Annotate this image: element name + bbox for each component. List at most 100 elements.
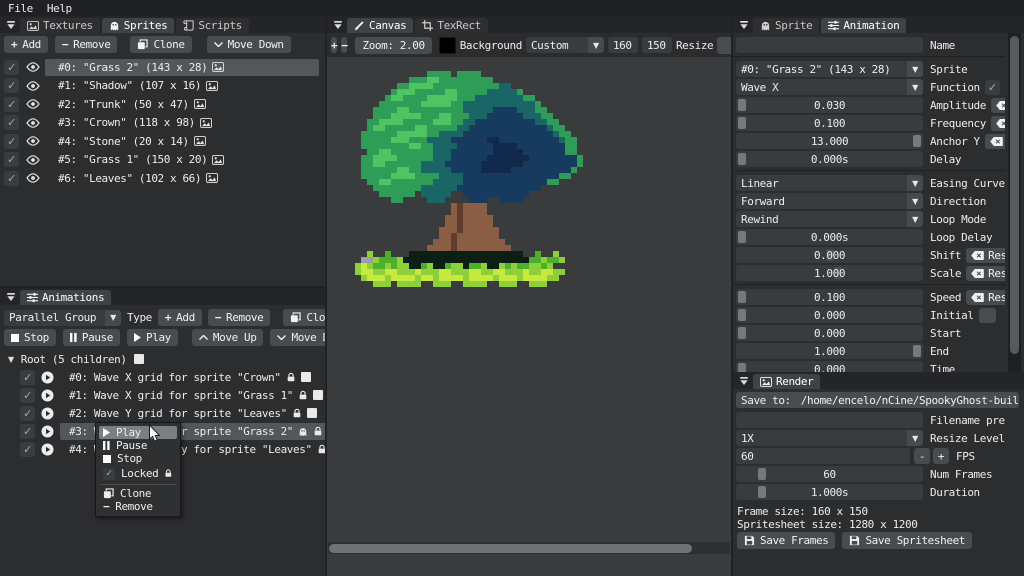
reset-speed-button[interactable]: Reset bbox=[966, 290, 1005, 305]
scale-drag[interactable]: 1.000 bbox=[736, 265, 923, 281]
save-frames-button[interactable]: Save Frames bbox=[737, 532, 835, 549]
function-combo[interactable]: Wave X▼ bbox=[736, 79, 923, 95]
eye-icon[interactable] bbox=[26, 155, 40, 165]
context-menu-pause[interactable]: Pause bbox=[99, 439, 177, 452]
animation-enabled-checkbox[interactable]: ✓ bbox=[20, 442, 35, 457]
collapse-icon[interactable] bbox=[737, 18, 751, 32]
reset-shift-button[interactable]: Reset bbox=[966, 248, 1005, 263]
loop-mode-combo[interactable]: Rewind▼ bbox=[736, 211, 923, 227]
menu-file[interactable]: File bbox=[8, 2, 33, 15]
scrollbar-thumb[interactable] bbox=[329, 544, 692, 553]
play-circle-icon[interactable] bbox=[41, 389, 54, 402]
zoom-in-button[interactable]: + bbox=[331, 37, 337, 53]
anchor-y-slider[interactable]: 13.000 bbox=[736, 133, 923, 149]
background-color-swatch[interactable] bbox=[439, 37, 456, 54]
tab-sprites[interactable]: Sprites bbox=[102, 18, 175, 33]
loop-delay-slider[interactable]: 0.000s bbox=[736, 229, 923, 245]
tree-root-row[interactable]: ▼ Root (5 children) bbox=[0, 350, 325, 368]
tab-scripts[interactable]: Scripts bbox=[176, 18, 249, 33]
collapse-icon[interactable] bbox=[737, 374, 751, 388]
sprite-list-row[interactable]: ✓ #5: "Grass 1" (150 x 20) bbox=[4, 151, 325, 169]
easing-curve-combo[interactable]: Linear▼ bbox=[736, 175, 923, 191]
background-type-combo[interactable]: Custom ▼ bbox=[526, 37, 604, 53]
play-circle-icon[interactable] bbox=[41, 407, 54, 420]
sprite-enabled-checkbox[interactable]: ✓ bbox=[4, 97, 19, 112]
menu-help[interactable]: Help bbox=[47, 2, 72, 15]
eye-icon[interactable] bbox=[26, 62, 40, 72]
tab-sprite[interactable]: Sprite bbox=[753, 18, 819, 33]
save-spritesheet-button[interactable]: Save Spritesheet bbox=[842, 532, 972, 549]
sprite-enabled-checkbox[interactable]: ✓ bbox=[4, 115, 19, 130]
tab-animation[interactable]: Animation bbox=[821, 18, 906, 33]
time-slider[interactable]: 0.000 bbox=[736, 361, 923, 372]
sprite-list-row[interactable]: ✓ #3: "Crown" (118 x 98) bbox=[4, 114, 325, 132]
animation-checkbox[interactable] bbox=[301, 372, 311, 382]
animation-checkbox[interactable] bbox=[313, 390, 323, 400]
initial-slider[interactable]: 0.000 bbox=[736, 307, 923, 323]
end-slider[interactable]: 1.000 bbox=[736, 343, 923, 359]
duration-slider[interactable]: 1.000s bbox=[736, 484, 923, 500]
reset-anchor-y-button[interactable]: Reset bbox=[985, 134, 1005, 149]
tab-canvas[interactable]: Canvas bbox=[347, 18, 413, 33]
animation-checkbox[interactable] bbox=[307, 408, 317, 418]
eye-icon[interactable] bbox=[26, 173, 40, 183]
sprite-enabled-checkbox[interactable]: ✓ bbox=[4, 152, 19, 167]
name-input[interactable] bbox=[736, 37, 923, 53]
animation-enabled-checkbox[interactable]: ✓ bbox=[20, 388, 35, 403]
remove-sprite-button[interactable]: −Remove bbox=[55, 36, 118, 53]
resize-level-combo[interactable]: 1X▼ bbox=[736, 430, 923, 446]
collapse-icon[interactable] bbox=[4, 290, 18, 304]
play-button[interactable]: Play bbox=[127, 329, 178, 346]
num-frames-slider[interactable]: 60 bbox=[736, 466, 923, 482]
reset-scale-button[interactable]: Reset bbox=[966, 266, 1005, 281]
initial-extra-button[interactable] bbox=[979, 308, 996, 323]
clone-animation-button[interactable]: Clone bbox=[283, 309, 325, 326]
resize-apply-button[interactable] bbox=[717, 37, 731, 54]
eye-icon[interactable] bbox=[26, 99, 40, 109]
remove-animation-button[interactable]: −Remove bbox=[208, 309, 271, 326]
locked-checkbox[interactable]: ✓ bbox=[103, 468, 115, 480]
move-up-button[interactable]: Move Up bbox=[192, 329, 264, 346]
speed-slider[interactable]: 0.100 bbox=[736, 289, 923, 305]
context-menu-remove[interactable]: − Remove bbox=[99, 500, 177, 513]
collapse-icon[interactable] bbox=[331, 18, 345, 32]
add-animation-button[interactable]: +Add bbox=[158, 309, 202, 326]
collapse-icon[interactable] bbox=[4, 18, 18, 32]
context-menu-play[interactable]: Play bbox=[99, 426, 177, 439]
context-menu-stop[interactable]: Stop bbox=[99, 452, 177, 465]
animation-enabled-checkbox[interactable]: ✓ bbox=[20, 424, 35, 439]
save-to-button[interactable]: Save to: /home/encelo/nCine/SpookyGhost-… bbox=[736, 392, 1019, 408]
animation-row[interactable]: ✓ #1: Wave X grid for sprite "Grass 1" bbox=[0, 386, 325, 404]
eye-icon[interactable] bbox=[26, 118, 40, 128]
context-menu-locked[interactable]: ✓ Locked bbox=[99, 465, 177, 482]
sprite-list-row[interactable]: ✓ #1: "Shadow" (107 x 16) bbox=[4, 77, 325, 95]
tab-animations[interactable]: Animations bbox=[20, 290, 111, 305]
eye-icon[interactable] bbox=[26, 136, 40, 146]
animation-row[interactable]: ✓ #0: Wave X grid for sprite "Crown" bbox=[0, 368, 325, 386]
delay-slider[interactable]: 0.000s bbox=[736, 151, 923, 167]
canvas-height-input[interactable]: 150 bbox=[642, 37, 672, 53]
zoom-out-button[interactable]: − bbox=[341, 37, 347, 53]
function-checkbox[interactable]: ✓ bbox=[985, 80, 1000, 95]
start-slider[interactable]: 0.000 bbox=[736, 325, 923, 341]
sprite-enabled-checkbox[interactable]: ✓ bbox=[4, 134, 19, 149]
play-circle-icon[interactable] bbox=[41, 443, 54, 456]
reset-amplitude-button[interactable]: Reset bbox=[991, 98, 1005, 113]
canvas-viewport[interactable] bbox=[327, 57, 731, 576]
fps-increase-button[interactable]: + bbox=[933, 448, 949, 464]
clone-sprite-button[interactable]: Clone bbox=[130, 36, 191, 53]
add-sprite-button[interactable]: +Add bbox=[4, 36, 48, 53]
sprite-list-row[interactable]: ✓ #6: "Leaves" (102 x 66) bbox=[4, 169, 325, 187]
sprite-enabled-checkbox[interactable]: ✓ bbox=[4, 171, 19, 186]
animation-enabled-checkbox[interactable]: ✓ bbox=[20, 406, 35, 421]
sprite-enabled-checkbox[interactable]: ✓ bbox=[4, 60, 19, 75]
pause-button[interactable]: Pause bbox=[63, 329, 120, 346]
tab-render[interactable]: Render bbox=[753, 374, 820, 389]
sprite-list-row[interactable]: ✓ #2: "Trunk" (50 x 47) bbox=[4, 95, 325, 113]
sprite-combo[interactable]: #0: "Grass 2" (143 x 28)▼ bbox=[736, 61, 923, 77]
animation-type-combo[interactable]: Parallel Group ▼ bbox=[4, 310, 121, 326]
tab-textures[interactable]: Textures bbox=[20, 18, 100, 33]
fps-decrease-button[interactable]: - bbox=[914, 448, 930, 464]
tab-texrect[interactable]: TexRect bbox=[415, 18, 488, 33]
play-circle-icon[interactable] bbox=[41, 371, 54, 384]
